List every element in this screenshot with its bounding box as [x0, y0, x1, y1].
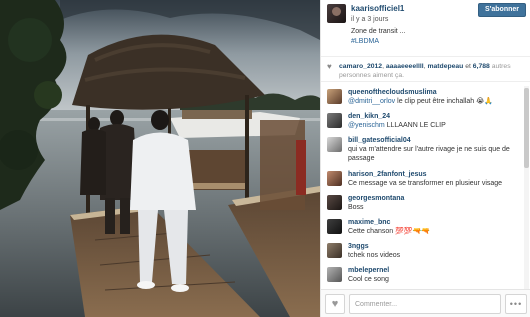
more-options-button[interactable]: •••	[505, 294, 527, 314]
comment-item: mbelepernel Cool ce song	[321, 264, 525, 288]
commenter-avatar[interactable]	[327, 89, 342, 104]
comment-item: 3nggs tchek nos videos	[321, 240, 525, 264]
like-user-3[interactable]: matdepeau	[427, 63, 463, 70]
comment-text: qui va m'attendre sur l'autre rivage je …	[348, 146, 510, 162]
commenter-avatar[interactable]	[327, 267, 342, 282]
comment-text: Cette chanson 💯💯🔫🔫	[348, 228, 430, 235]
likes-count[interactable]: 6,788	[473, 63, 490, 70]
author-avatar[interactable]	[327, 4, 346, 23]
comment-username[interactable]: maxime_bnc	[348, 216, 525, 227]
comment-username[interactable]: den_kikn_24	[348, 110, 525, 121]
comment-text: tchek nos videos	[348, 252, 401, 259]
like-user-1[interactable]: camaro_2012	[339, 63, 382, 70]
comments-list[interactable]: queenofthecloudsmuslima @dmitri__orlov l…	[321, 86, 525, 290]
comment-mention[interactable]: @yenischm	[348, 122, 385, 129]
heart-icon[interactable]: ♥	[325, 294, 345, 314]
post-header: kaarisofficiel1 il y a 3 jours Zone de t…	[321, 0, 530, 53]
comment-text: @yenischm LLLAANN LE CLIP	[348, 121, 525, 130]
follow-button[interactable]: S'abonner	[478, 3, 526, 17]
post-side-panel: kaarisofficiel1 il y a 3 jours Zone de t…	[320, 0, 530, 317]
comment-username[interactable]: mbelepernel	[348, 264, 525, 275]
comment-item: harison_2fanfont_jesus Ce message va se …	[321, 168, 525, 192]
comment-text: Boss	[348, 204, 364, 211]
likes-heart-icon: ♥	[327, 62, 332, 71]
commenter-avatar[interactable]	[327, 243, 342, 258]
comment-text: Ce message va se transformer en plusieur…	[348, 180, 503, 187]
comment-item: georgesmontana Boss	[321, 192, 525, 216]
comment-body: LLLAANN LE CLIP	[384, 122, 446, 129]
likes-summary: ♥ camaro_2012, aaaaeeeellll, matdepeau e…	[321, 56, 530, 82]
post-photo[interactable]	[0, 0, 320, 317]
scrollbar-thumb[interactable]	[524, 88, 529, 168]
post-timestamp: il y a 3 jours	[351, 16, 389, 23]
comment-body: le clip peut être inchallah 😭🙏	[395, 98, 494, 105]
comment-item: bill_gatesofficial04 qui va m'attendre s…	[321, 134, 525, 168]
commenter-avatar[interactable]	[327, 113, 342, 128]
comment-username[interactable]: 3nggs	[348, 240, 525, 251]
comment-username[interactable]: queenofthecloudsmuslima	[348, 86, 525, 97]
comment-input[interactable]	[349, 294, 501, 314]
instagram-post-view: kaarisofficiel1 il y a 3 jours Zone de t…	[0, 0, 530, 317]
author-username[interactable]: kaarisofficiel1	[351, 4, 404, 13]
commenter-avatar[interactable]	[327, 171, 342, 186]
comment-item: den_kikn_24 @yenischm LLLAANN LE CLIP	[321, 110, 525, 134]
post-caption: Zone de transit ... #LBDMA	[351, 27, 405, 47]
comments-scrollbar[interactable]	[524, 86, 529, 290]
likes-connector: et	[463, 63, 473, 70]
commenter-avatar[interactable]	[327, 195, 342, 210]
like-user-2[interactable]: aaaaeeeellll	[386, 63, 424, 70]
comment-username[interactable]: harison_2fanfont_jesus	[348, 168, 525, 179]
comment-item: queenofthecloudsmuslima @dmitri__orlov l…	[321, 86, 525, 110]
comment-username[interactable]: georgesmontana	[348, 192, 525, 203]
comment-username[interactable]: bill_gatesofficial04	[348, 134, 525, 145]
caption-text: Zone de transit ...	[351, 28, 406, 35]
comment-footer: ♥ •••	[321, 289, 530, 317]
comment-item: maxime_bnc Cette chanson 💯💯🔫🔫	[321, 216, 525, 240]
commenter-avatar[interactable]	[327, 137, 342, 152]
comment-mention[interactable]: @dmitri__orlov	[348, 98, 395, 105]
comment-text: Cool ce song	[348, 276, 389, 283]
comment-text: @dmitri__orlov le clip peut être inchall…	[348, 97, 525, 106]
commenter-avatar[interactable]	[327, 219, 342, 234]
photo-scene	[0, 0, 320, 317]
caption-hashtag[interactable]: #LBDMA	[351, 37, 405, 47]
